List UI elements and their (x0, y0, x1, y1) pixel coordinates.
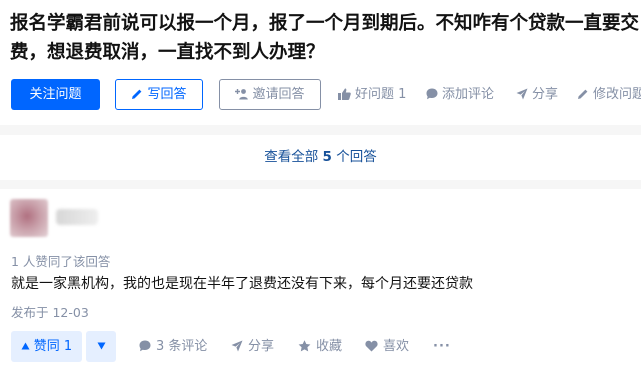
author-name-blurred[interactable] (56, 209, 98, 225)
comment-icon (426, 88, 438, 100)
good-question-button[interactable]: 好问题 1 (338, 79, 406, 110)
share-answer-button[interactable]: 分享 (231, 331, 274, 362)
edit-question-label: 修改问题 (593, 87, 641, 102)
comment-icon (139, 340, 151, 352)
share-icon (516, 88, 528, 100)
answer-content: 就是一家黑机构，我的也是现在半年了退费还没有下来，每个月还要还贷款 (11, 276, 473, 292)
question-title: 报名学霸君前说可以报一个月，报了一个月到期后。不知咋有个贷款一直要交费，想退费取… (10, 13, 640, 63)
publish-date[interactable]: 发布于 12-03 (11, 302, 89, 321)
share-question-button[interactable]: 分享 (516, 79, 558, 110)
follow-question-button[interactable]: 关注问题 (11, 79, 100, 110)
share-question-label: 分享 (532, 87, 559, 102)
vote-up-label: 赞同 1 (33, 339, 73, 354)
vote-down-button[interactable] (86, 331, 116, 362)
pen-icon (578, 89, 588, 99)
share-answer-label: 分享 (248, 339, 275, 354)
question-header: 报名学霸君前说可以报一个月，报了一个月到期后。不知咋有个贷款一直要交费，想退费取… (0, 0, 641, 125)
write-answer-label: 写回答 (147, 87, 187, 102)
collect-label: 收藏 (316, 339, 343, 354)
answer-card: 1 人赞同了该回答 就是一家黑机构，我的也是现在半年了退费还没有下来，每个月还要… (0, 189, 641, 375)
view-all-suffix: 个回答 (331, 149, 377, 165)
more-options-button[interactable]: ··· (433, 331, 451, 362)
add-user-icon (235, 89, 249, 100)
write-answer-button[interactable]: 写回答 (115, 79, 203, 110)
add-comment-button[interactable]: 添加评论 (426, 79, 494, 110)
invite-answer-button[interactable]: 邀请回答 (219, 79, 321, 110)
good-question-label: 好问题 1 (355, 87, 407, 102)
voters-count[interactable]: 1 人赞同了该回答 (11, 251, 110, 270)
thumbs-up-icon (338, 88, 351, 100)
avatar[interactable] (10, 199, 48, 237)
comments-button[interactable]: 3 条评论 (139, 331, 207, 362)
view-all-prefix: 查看全部 (264, 149, 323, 165)
add-comment-label: 添加评论 (442, 87, 495, 102)
like-button[interactable]: 喜欢 (365, 331, 409, 362)
invite-answer-label: 邀请回答 (252, 87, 305, 102)
question-actions: 关注问题 写回答 邀请回答 好问题 1 添加评论 分享 修改问题 (11, 79, 641, 110)
answer-count: 5 (322, 149, 332, 165)
triangle-up-icon (21, 342, 30, 350)
heart-icon (365, 340, 378, 352)
edit-question-button[interactable]: 修改问题 (577, 79, 641, 110)
pen-icon (132, 89, 142, 99)
view-all-answers-link[interactable]: 查看全部 5 个回答 (0, 135, 641, 180)
triangle-down-icon (97, 342, 105, 350)
like-label: 喜欢 (383, 339, 410, 354)
collect-button[interactable]: 收藏 (298, 331, 342, 362)
comments-label: 3 条评论 (156, 339, 208, 354)
star-icon (298, 340, 311, 352)
share-icon (231, 340, 243, 352)
vote-up-button[interactable]: 赞同 1 (11, 331, 82, 362)
